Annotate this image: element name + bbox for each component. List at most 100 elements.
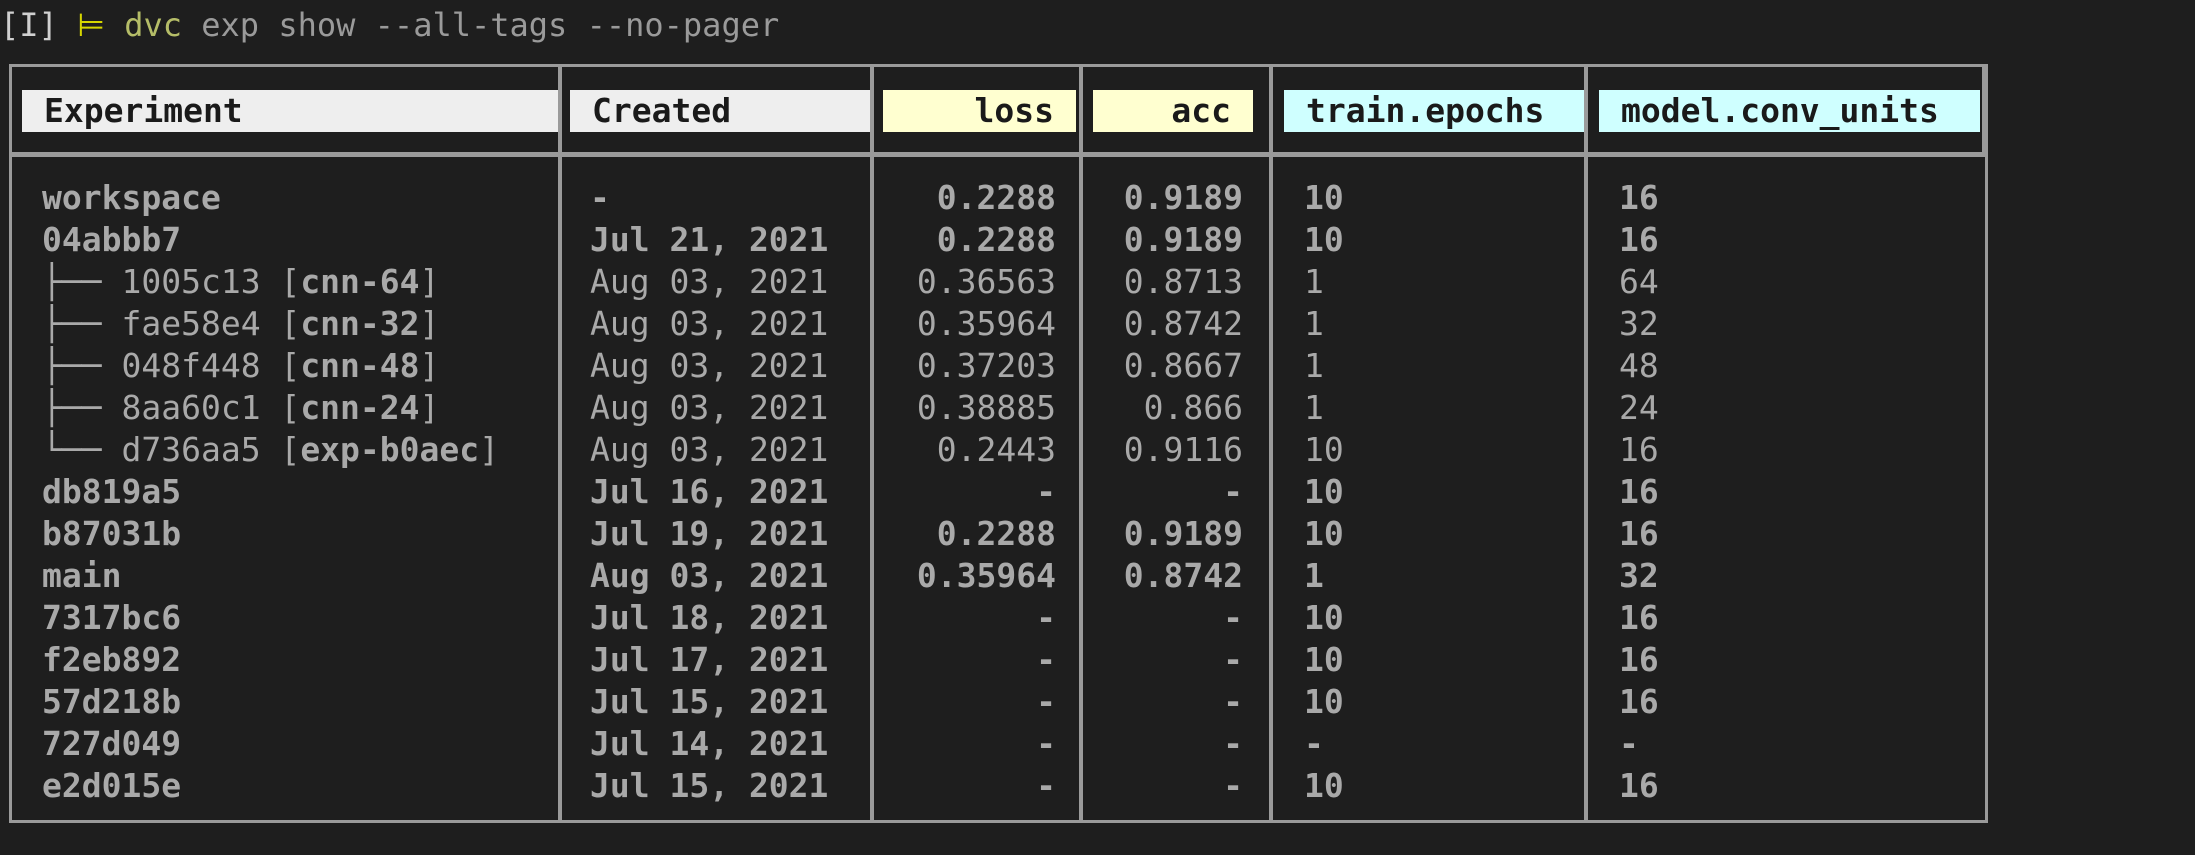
loss-cell: 0.2288 bbox=[936, 220, 1056, 259]
column-header-acc[interactable]: acc bbox=[1093, 90, 1253, 132]
epochs-cell: 10 bbox=[1304, 514, 1344, 553]
loss-cell: - bbox=[1036, 682, 1056, 721]
loss-cell: 0.35964 bbox=[916, 556, 1056, 595]
terminal-prompt: [I] ⊨ dvc exp show --all-tags --no-pager bbox=[0, 4, 779, 46]
epochs-cell: 10 bbox=[1304, 430, 1344, 469]
tree-branch: └── bbox=[42, 430, 122, 469]
experiment-cell: f2eb892 bbox=[42, 639, 181, 681]
column-header-experiment[interactable]: Experiment bbox=[22, 90, 558, 132]
experiment-cell: ├── 048f448 [cnn-48] bbox=[42, 346, 440, 385]
units-cell: 16 bbox=[1619, 220, 1659, 259]
experiment-id: 727d049 bbox=[42, 724, 182, 763]
created-cell: Jul 21, 2021 bbox=[590, 220, 829, 259]
table-row: 7317bc6 Jul 18, 2021 - - 10 16 bbox=[12, 597, 1985, 639]
acc-cell: - bbox=[1223, 682, 1243, 721]
acc-cell: - bbox=[1223, 472, 1243, 511]
units-cell: 16 bbox=[1619, 472, 1659, 511]
experiment-cell: ├── fae58e4 [cnn-32] bbox=[42, 304, 440, 343]
experiment-tag: cnn-32 bbox=[300, 304, 420, 343]
experiments-table: Experiment Created loss acc train.epochs… bbox=[9, 64, 1988, 823]
acc-cell: 0.866 bbox=[1143, 388, 1243, 427]
created-cell: Jul 15, 2021 bbox=[590, 766, 829, 805]
created-cell: Aug 03, 2021 bbox=[590, 262, 829, 301]
experiment-cell: 04abbb7 bbox=[42, 219, 181, 261]
experiment-cell: └── d736aa5 [exp-b0aec] bbox=[42, 430, 499, 469]
acc-cell: - bbox=[1223, 640, 1243, 679]
acc-cell: 0.9116 bbox=[1123, 430, 1243, 469]
table-row: ├── 1005c13 [cnn-64] Aug 03, 2021 0.36563 0… bbox=[12, 261, 1985, 303]
created-cell: - bbox=[590, 178, 610, 217]
epochs-cell: 10 bbox=[1304, 178, 1344, 217]
epochs-cell: 1 bbox=[1304, 556, 1324, 595]
column-header-train-epochs[interactable]: train.epochs bbox=[1284, 90, 1587, 132]
experiment-id: 048f448 bbox=[121, 346, 261, 385]
acc-cell: 0.9189 bbox=[1123, 178, 1243, 217]
table-header: Experiment Created loss acc train.epochs… bbox=[12, 67, 1985, 157]
loss-cell: - bbox=[1036, 766, 1056, 805]
created-cell: Jul 15, 2021 bbox=[590, 682, 829, 721]
command-args: exp show --all-tags --no-pager bbox=[201, 6, 780, 44]
acc-cell: 0.8667 bbox=[1123, 346, 1243, 385]
table-row: 04abbb7 Jul 21, 2021 0.2288 0.9189 10 16 bbox=[12, 219, 1985, 261]
epochs-cell: 1 bbox=[1304, 388, 1324, 427]
column-divider bbox=[1982, 67, 1986, 157]
column-header-created[interactable]: Created bbox=[570, 90, 871, 132]
units-cell: 16 bbox=[1619, 430, 1659, 469]
tree-branch: ├── bbox=[42, 346, 122, 385]
loss-cell: 0.2288 bbox=[936, 178, 1056, 217]
experiment-cell: ├── 1005c13 [cnn-64] bbox=[42, 262, 440, 301]
column-header-loss[interactable]: loss bbox=[883, 90, 1076, 132]
experiment-cell: 7317bc6 bbox=[42, 597, 181, 639]
table-row: main Aug 03, 2021 0.35964 0.8742 1 32 bbox=[12, 555, 1985, 597]
loss-cell: - bbox=[1036, 640, 1056, 679]
table-row: ├── fae58e4 [cnn-32] Aug 03, 2021 0.35964 0… bbox=[12, 303, 1985, 345]
epochs-cell: 10 bbox=[1304, 766, 1344, 805]
created-cell: Jul 16, 2021 bbox=[590, 472, 829, 511]
units-cell: 32 bbox=[1619, 556, 1659, 595]
experiment-id: 04abbb7 bbox=[42, 220, 182, 259]
experiment-tag: cnn-64 bbox=[300, 262, 420, 301]
experiment-tag: cnn-24 bbox=[300, 388, 420, 427]
units-cell: 16 bbox=[1619, 682, 1659, 721]
created-cell: Jul 18, 2021 bbox=[590, 598, 829, 637]
created-cell: Jul 17, 2021 bbox=[590, 640, 829, 679]
loss-cell: - bbox=[1036, 724, 1056, 763]
units-cell: - bbox=[1619, 724, 1639, 763]
table-row: ├── 8aa60c1 [cnn-24] Aug 03, 2021 0.38885 0… bbox=[12, 387, 1985, 429]
shell-mode-indicator: [I] bbox=[0, 6, 58, 44]
column-header-model-conv-units[interactable]: model.conv_units bbox=[1599, 90, 1980, 132]
experiment-id: d736aa5 bbox=[121, 430, 261, 469]
table-row: workspace - 0.2288 0.9189 10 16 bbox=[12, 177, 1985, 219]
epochs-cell: 1 bbox=[1304, 262, 1324, 301]
table-row: f2eb892 Jul 17, 2021 - - 10 16 bbox=[12, 639, 1985, 681]
acc-cell: - bbox=[1223, 598, 1243, 637]
experiment-tag: cnn-48 bbox=[300, 346, 420, 385]
created-cell: Jul 19, 2021 bbox=[590, 514, 829, 553]
created-cell: Aug 03, 2021 bbox=[590, 388, 829, 427]
units-cell: 16 bbox=[1619, 514, 1659, 553]
epochs-cell: 10 bbox=[1304, 682, 1344, 721]
created-cell: Aug 03, 2021 bbox=[590, 430, 829, 469]
loss-cell: 0.2288 bbox=[936, 514, 1056, 553]
loss-cell: - bbox=[1036, 472, 1056, 511]
experiment-id: 57d218b bbox=[42, 682, 182, 721]
units-cell: 32 bbox=[1619, 304, 1659, 343]
table-row: └── d736aa5 [exp-b0aec] Aug 03, 2021 0.244… bbox=[12, 429, 1985, 471]
experiment-id: 1005c13 bbox=[121, 262, 261, 301]
experiment-tag: exp-b0aec bbox=[300, 430, 480, 469]
loss-cell: 0.38885 bbox=[916, 388, 1056, 427]
table-row: 57d218b Jul 15, 2021 - - 10 16 bbox=[12, 681, 1985, 723]
units-cell: 24 bbox=[1619, 388, 1659, 427]
tree-branch: ├── bbox=[42, 304, 122, 343]
experiment-cell: b87031b bbox=[42, 513, 181, 555]
prompt-arrow-icon: ⊨ bbox=[77, 6, 105, 44]
epochs-cell: - bbox=[1304, 724, 1324, 763]
tree-branch: ├── bbox=[42, 388, 122, 427]
created-cell: Jul 14, 2021 bbox=[590, 724, 829, 763]
acc-cell: 0.8742 bbox=[1123, 556, 1243, 595]
experiment-id: workspace bbox=[42, 178, 221, 217]
acc-cell: 0.8742 bbox=[1123, 304, 1243, 343]
units-cell: 16 bbox=[1619, 598, 1659, 637]
acc-cell: 0.9189 bbox=[1123, 220, 1243, 259]
experiment-id: fae58e4 bbox=[121, 304, 261, 343]
